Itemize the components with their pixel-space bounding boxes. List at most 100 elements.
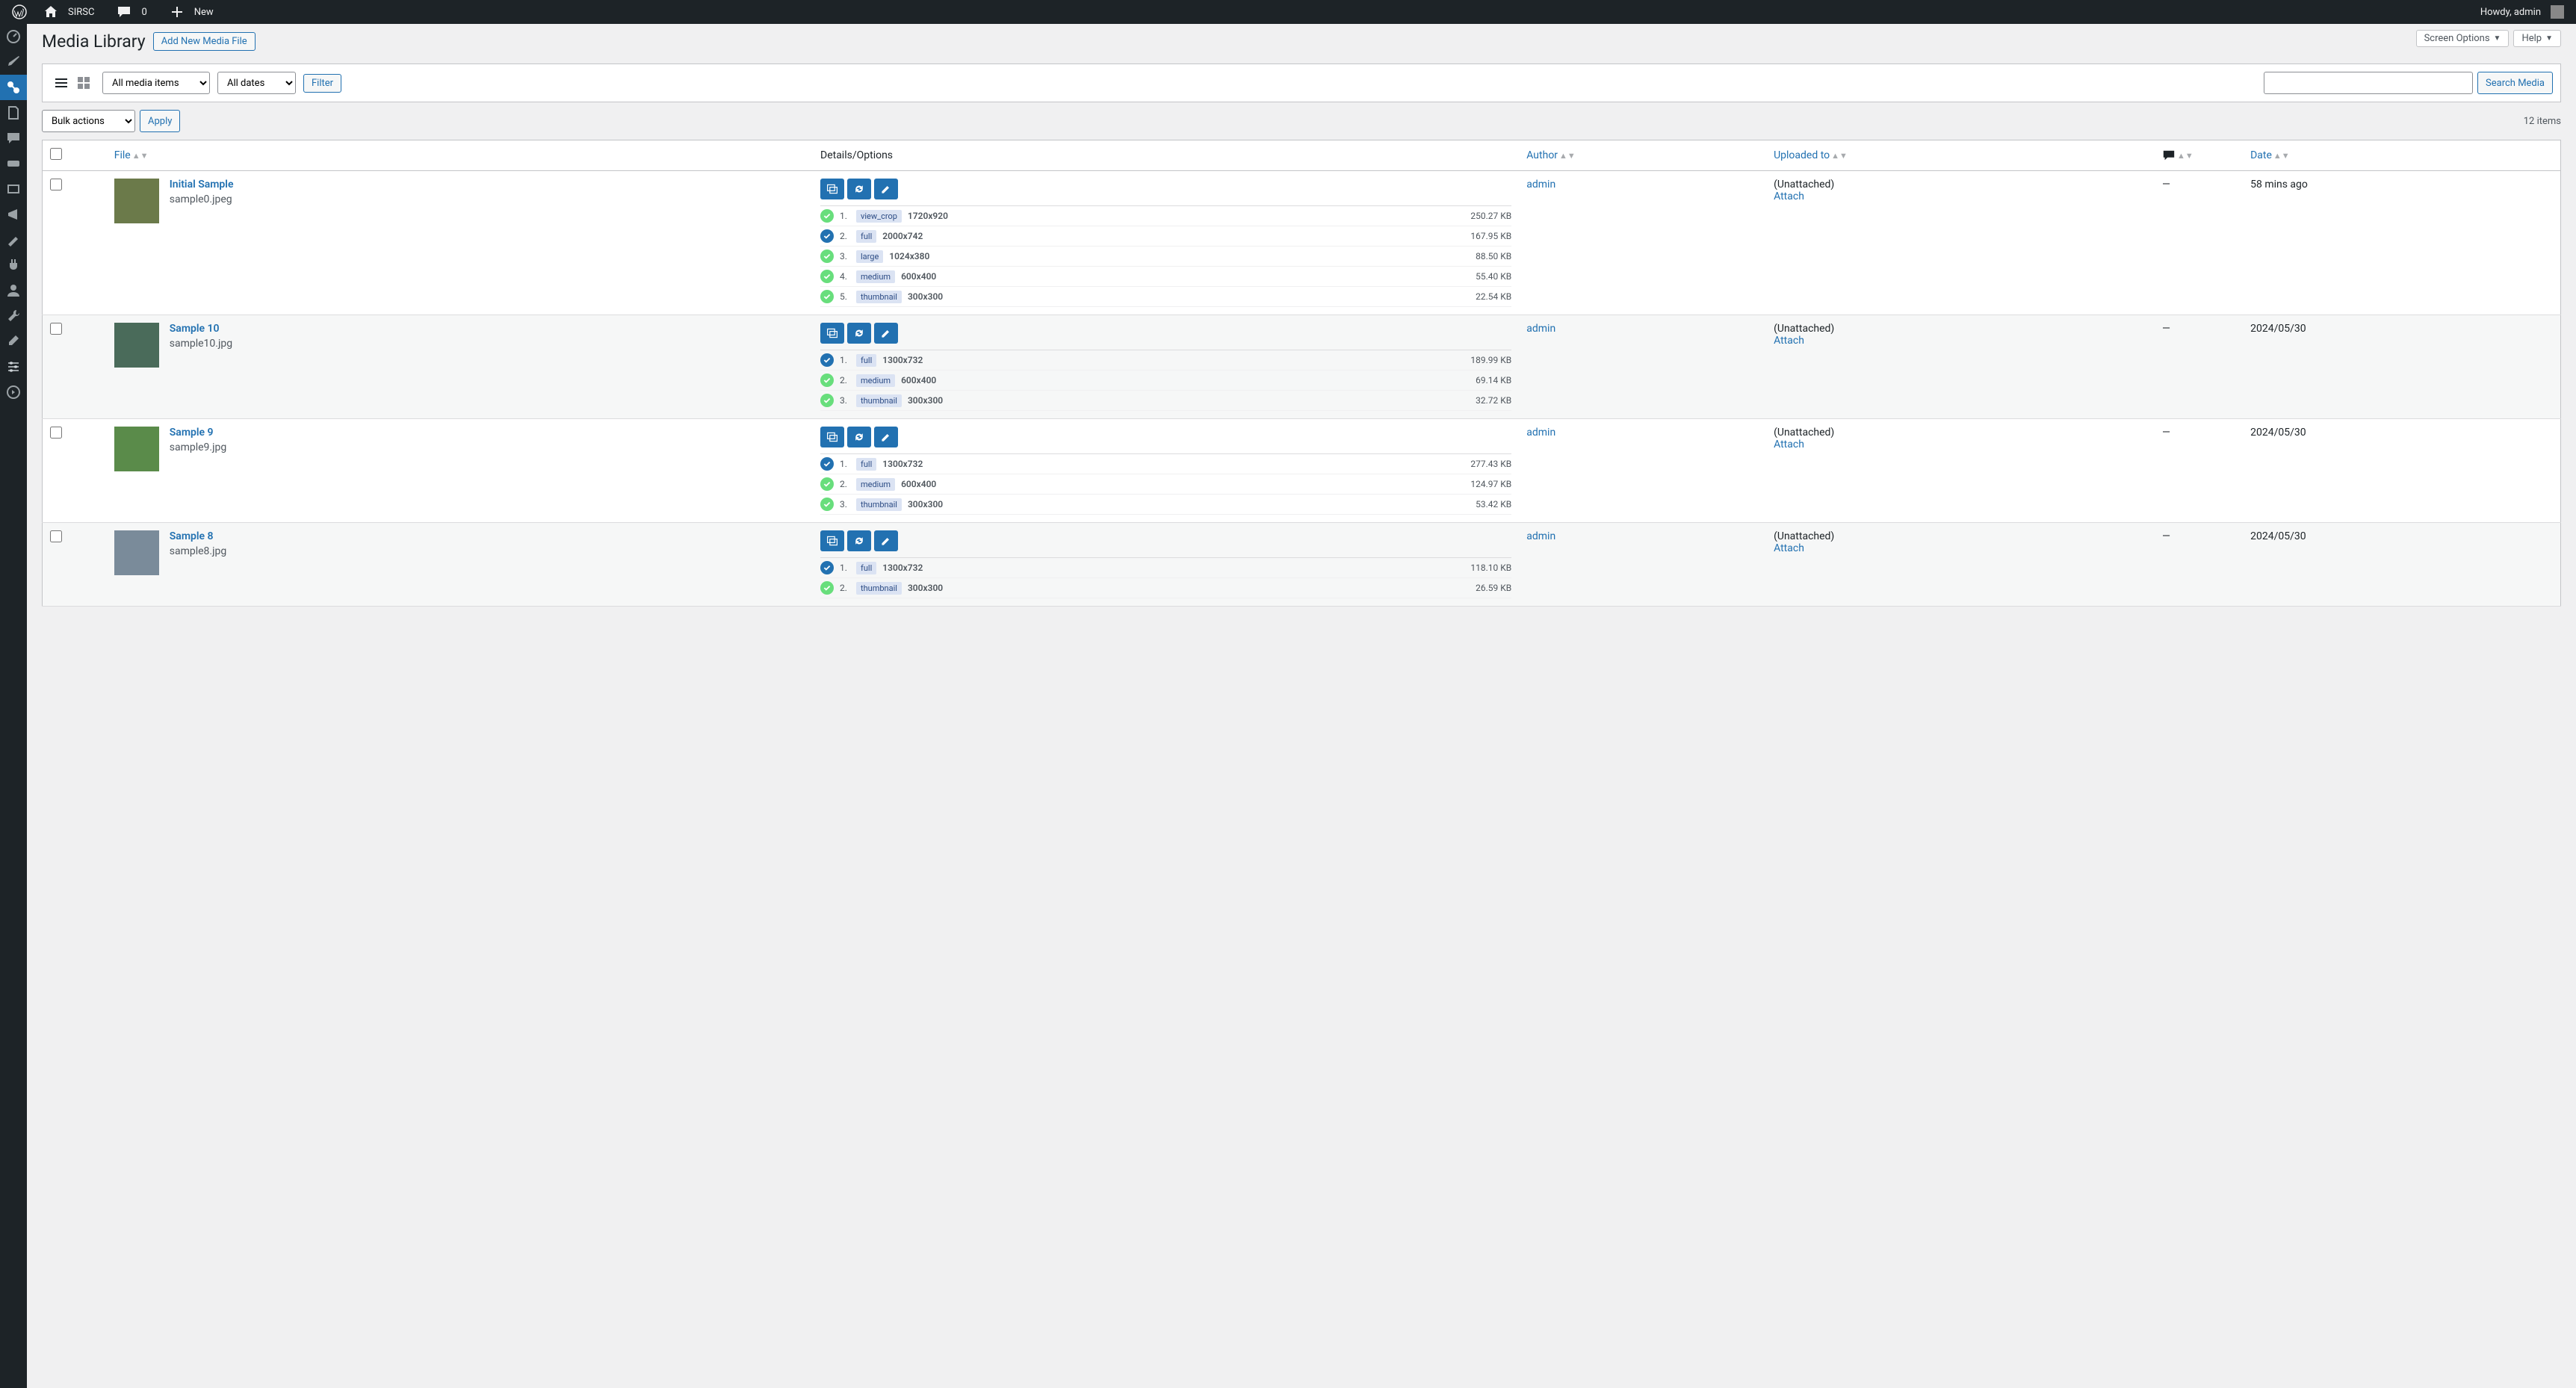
file-title-link[interactable]: Initial Sample [170, 179, 234, 190]
sidebar-woo[interactable] [0, 151, 27, 176]
bulk-action-select[interactable]: Bulk actions [42, 110, 135, 132]
size-row: 3. large 1024x380 88.50 KB [820, 247, 1511, 267]
size-index: 1. [840, 563, 850, 573]
search-input[interactable] [2264, 72, 2473, 94]
refresh-button[interactable] [847, 530, 871, 551]
size-row: 1. full 1300x732 189.99 KB [820, 350, 1511, 371]
sidebar-comments[interactable] [0, 126, 27, 151]
col-uploaded[interactable]: Uploaded to▲▼ [1766, 140, 2155, 171]
screen-options-button[interactable]: Screen Options▼ [2416, 30, 2510, 47]
col-comments[interactable]: ▲▼ [2155, 140, 2243, 171]
edit-button[interactable] [874, 323, 898, 344]
sidebar-pages[interactable] [0, 100, 27, 126]
file-title-link[interactable]: Sample 10 [170, 323, 220, 335]
size-filesize: 88.50 KB [1476, 251, 1511, 261]
col-date[interactable]: Date▲▼ [2243, 140, 2560, 171]
images-button[interactable] [820, 530, 844, 551]
thumbnail[interactable] [114, 323, 159, 368]
row-checkbox[interactable] [50, 530, 62, 542]
howdy-link[interactable]: Howdy, admin [2468, 5, 2570, 19]
images-button[interactable] [820, 427, 844, 447]
row-checkbox[interactable] [50, 323, 62, 335]
col-file[interactable]: File▲▼ [107, 140, 813, 171]
edit-button[interactable] [874, 530, 898, 551]
status-icon [820, 250, 834, 263]
page-title: Media Library [42, 31, 146, 52]
list-view-button[interactable] [50, 72, 72, 94]
size-filesize: 69.14 KB [1476, 375, 1511, 385]
size-index: 3. [840, 499, 850, 509]
sidebar-sliders[interactable] [0, 354, 27, 379]
refresh-button[interactable] [847, 179, 871, 199]
size-dimensions: 300x300 [908, 291, 943, 302]
media-table: File▲▼ Details/Options Author▲▼ Uploaded… [42, 140, 2561, 607]
size-dimensions: 600x400 [901, 271, 936, 282]
status-icon [820, 477, 834, 491]
author-link[interactable]: admin [1526, 427, 1555, 439]
sidebar-tools[interactable] [0, 303, 27, 329]
sidebar-appearance[interactable] [0, 227, 27, 252]
size-dimensions: 1300x732 [882, 459, 923, 469]
select-all-checkbox[interactable] [50, 148, 62, 160]
size-filesize: 277.43 KB [1470, 459, 1511, 469]
attach-link[interactable]: Attach [1774, 190, 1804, 202]
sidebar-media[interactable] [0, 75, 27, 100]
sidebar-posts[interactable] [0, 49, 27, 75]
file-title-link[interactable]: Sample 9 [170, 427, 214, 439]
size-dimensions: 1300x732 [882, 355, 923, 365]
size-index: 4. [840, 271, 850, 282]
images-button[interactable] [820, 179, 844, 199]
sidebar-dashboard[interactable] [0, 24, 27, 49]
new-link[interactable]: New [164, 4, 226, 19]
file-title-link[interactable]: Sample 8 [170, 530, 214, 542]
dates-select[interactable]: All dates [217, 72, 296, 94]
size-row: 1. full 1300x732 277.43 KB [820, 454, 1511, 474]
author-link[interactable]: admin [1526, 323, 1555, 335]
grid-view-button[interactable] [72, 72, 95, 94]
search-button[interactable]: Search Media [2477, 72, 2553, 94]
thumbnail[interactable] [114, 427, 159, 471]
comments-link[interactable]: 0 [111, 4, 158, 19]
thumbnail[interactable] [114, 179, 159, 223]
size-filesize: 167.95 KB [1470, 231, 1511, 241]
bulk-apply-button[interactable]: Apply [140, 110, 180, 132]
sidebar-settings[interactable] [0, 329, 27, 354]
thumbnail[interactable] [114, 530, 159, 575]
date-cell: 2024/05/30 [2243, 523, 2560, 607]
edit-button[interactable] [874, 427, 898, 447]
refresh-button[interactable] [847, 427, 871, 447]
row-checkbox[interactable] [50, 427, 62, 439]
attach-link[interactable]: Attach [1774, 335, 1804, 347]
size-index: 2. [840, 375, 850, 385]
site-link[interactable]: SIRSC [37, 4, 106, 19]
sidebar-collapse[interactable] [0, 379, 27, 405]
row-checkbox[interactable] [50, 179, 62, 190]
filter-button[interactable]: Filter [303, 74, 341, 93]
size-row: 1. full 1300x732 118.10 KB [820, 558, 1511, 578]
size-tag: medium [856, 270, 895, 283]
sidebar-products[interactable] [0, 176, 27, 202]
size-row: 2. medium 600x400 69.14 KB [820, 371, 1511, 391]
attach-link[interactable]: Attach [1774, 542, 1804, 554]
help-button[interactable]: Help▼ [2513, 30, 2561, 47]
refresh-button[interactable] [847, 323, 871, 344]
size-filesize: 189.99 KB [1470, 355, 1511, 365]
images-button[interactable] [820, 323, 844, 344]
sidebar-marketing[interactable] [0, 202, 27, 227]
unattached-label: (Unattached) [1774, 323, 1834, 335]
author-link[interactable]: admin [1526, 530, 1555, 542]
size-dimensions: 300x300 [908, 499, 943, 509]
size-filesize: 124.97 KB [1470, 479, 1511, 489]
size-index: 2. [840, 231, 850, 241]
sidebar-plugins[interactable] [0, 252, 27, 278]
author-link[interactable]: admin [1526, 179, 1555, 190]
media-type-select[interactable]: All media items [102, 72, 210, 94]
add-new-button[interactable]: Add New Media File [153, 32, 256, 51]
col-author[interactable]: Author▲▼ [1519, 140, 1766, 171]
status-icon [820, 270, 834, 283]
edit-button[interactable] [874, 179, 898, 199]
attach-link[interactable]: Attach [1774, 439, 1804, 450]
sidebar-users[interactable] [0, 278, 27, 303]
size-tag: thumbnail [856, 394, 902, 407]
wp-logo[interactable] [6, 4, 33, 19]
